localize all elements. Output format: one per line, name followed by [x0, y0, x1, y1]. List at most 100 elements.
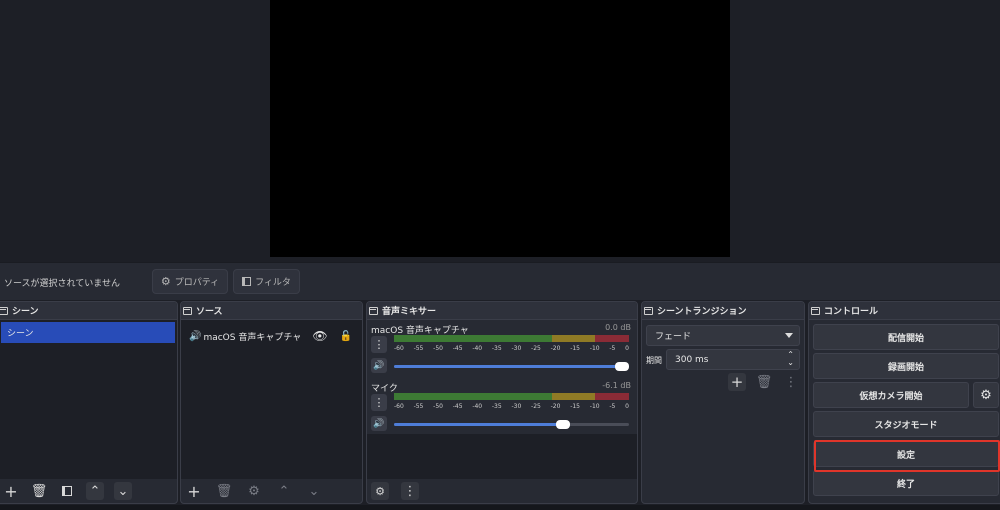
spin-arrows-icon[interactable]: ⌃ ⌄ — [787, 351, 794, 367]
filter-icon[interactable] — [58, 482, 76, 500]
speaker-icon[interactable]: 🔊 — [371, 358, 387, 373]
dock-icon — [811, 306, 820, 315]
properties-button[interactable]: ⚙ プロパティ — [152, 269, 228, 294]
scale-tick: -60 — [394, 345, 404, 352]
speaker-icon[interactable]: 🔊 — [371, 416, 387, 431]
meter-scale: -60 -55 -50 -45 -40 -35 -30 -25 -20 -15 … — [394, 403, 629, 410]
scale-tick: -55 — [413, 345, 424, 352]
scale-tick: -60 — [394, 403, 404, 410]
volume-slider-fill — [394, 423, 571, 426]
scale-tick: -15 — [570, 403, 581, 410]
scale-tick: -45 — [452, 345, 463, 352]
scene-item[interactable]: シーン — [1, 322, 175, 343]
kebab-menu-icon[interactable]: ⋮ — [782, 373, 800, 391]
trash-icon[interactable]: 🗑 — [30, 482, 48, 500]
scenes-footer: + 🗑 ⌃ ⌄ — [0, 479, 177, 503]
scale-tick: -50 — [433, 345, 443, 352]
scale-tick: -20 — [550, 345, 561, 352]
advanced-audio-gear-icon[interactable]: ⚙ — [371, 482, 389, 500]
source-item-label: macOS 音声キャプチャ — [203, 332, 302, 343]
controls-dock-title: コントロール — [809, 302, 1000, 320]
scale-tick: -25 — [531, 345, 541, 352]
controls-title: コントロール — [824, 307, 879, 317]
scenes-dock-title: シーン — [0, 302, 177, 320]
trash-icon[interactable]: 🗑 — [215, 482, 233, 500]
move-up-icon[interactable]: ⌃ — [275, 482, 293, 500]
volume-slider[interactable] — [394, 362, 629, 371]
scale-tick: -50 — [433, 403, 443, 410]
volume-slider-knob[interactable] — [615, 362, 629, 371]
start-recording-button[interactable]: 録画開始 — [813, 353, 999, 379]
mixer-dock-title: 音声ミキサー — [367, 302, 637, 320]
filter-icon — [242, 277, 252, 286]
duration-spinbox[interactable]: 300 ms ⌃ ⌄ — [666, 349, 800, 370]
volume-slider[interactable] — [394, 420, 629, 429]
scene-list — [0, 320, 177, 479]
scale-tick: 0 — [625, 345, 629, 352]
scale-tick: -35 — [491, 403, 502, 410]
mixer-channel: マイク -6.1 dB ⋮ -60 -55 -50 -45 -40 -35 -3… — [371, 381, 633, 431]
mixer-channel: macOS 音声キャプチャ 0.0 dB ⋮ -60 -55 -50 -45 -… — [371, 323, 633, 373]
preview-area — [0, 0, 1000, 262]
filters-button[interactable]: フィルタ — [233, 269, 300, 294]
scale-tick: -5 — [609, 403, 616, 410]
move-up-icon[interactable]: ⌃ — [86, 482, 104, 500]
start-virtual-camera-button[interactable]: 仮想カメラ開始 — [813, 382, 969, 408]
add-scene-icon[interactable]: + — [2, 482, 20, 501]
scene-item-label: シーン — [7, 329, 34, 339]
channel-db: 0.0 dB — [605, 323, 631, 332]
start-streaming-button[interactable]: 配信開始 — [813, 324, 999, 350]
no-source-message: ソースが選択されていません — [4, 279, 121, 289]
move-down-icon[interactable]: ⌄ — [114, 482, 132, 500]
kebab-menu-icon[interactable]: ⋮ — [371, 394, 387, 411]
scale-tick: -35 — [491, 345, 502, 352]
exit-button[interactable]: 終了 — [813, 470, 999, 496]
volume-slider-knob[interactable] — [556, 420, 571, 429]
virtual-camera-settings-gear-icon[interactable]: ⚙ — [973, 382, 999, 408]
scale-tick: -55 — [413, 403, 424, 410]
eye-icon[interactable]: 👁 — [312, 329, 327, 343]
scale-tick: -10 — [589, 345, 600, 352]
gear-icon: ⚙ — [160, 275, 171, 288]
scale-tick: 0 — [625, 403, 629, 410]
gear-icon[interactable]: ⚙ — [245, 482, 263, 500]
transitions-dock: シーントランジション フェード 期間 300 ms ⌃ ⌄ + 🗑 ⋮ — [641, 301, 805, 504]
unlock-icon[interactable]: 🔓 — [340, 331, 352, 342]
mixer-title: 音声ミキサー — [382, 307, 437, 317]
add-transition-icon[interactable]: + — [728, 373, 746, 391]
move-down-icon[interactable]: ⌄ — [305, 482, 323, 500]
studio-mode-button[interactable]: スタジオモード — [813, 411, 999, 437]
speaker-icon: 🔊 — [189, 330, 202, 342]
scale-tick: -5 — [609, 345, 616, 352]
transitions-title: シーントランジション — [657, 307, 747, 317]
transition-select[interactable]: フェード — [646, 325, 800, 346]
scale-tick: -20 — [550, 403, 561, 410]
properties-label: プロパティ — [174, 278, 220, 288]
kebab-menu-icon[interactable]: ⋮ — [371, 336, 387, 353]
controls-dock: コントロール 配信開始 録画開始 仮想カメラ開始 ⚙ スタジオモード 設定 終了 — [808, 301, 1000, 504]
sources-dock: ソース 🔊 macOS 音声キャプチャ 👁 🔓 + 🗑 ⚙ ⌃ ⌄ — [180, 301, 363, 504]
kebab-menu-icon[interactable]: ⋮ — [401, 482, 419, 500]
mixer-empty-area — [367, 434, 637, 479]
duration-label: 期間 — [646, 356, 662, 365]
transition-buttons: + 🗑 ⋮ — [728, 373, 800, 391]
chevron-down-icon — [785, 333, 793, 338]
source-toolbar: ソースが選択されていません ⚙ プロパティ フィルタ — [0, 262, 1000, 300]
duration-value: 300 ms — [675, 354, 709, 365]
trash-icon[interactable]: 🗑 — [755, 373, 773, 391]
sources-title: ソース — [196, 307, 223, 317]
scale-tick: -45 — [452, 403, 463, 410]
mixer-footer: ⚙ ⋮ — [367, 479, 637, 503]
preview-canvas[interactable] — [270, 0, 730, 257]
volume-slider-fill — [394, 365, 629, 368]
scale-tick: -40 — [472, 403, 483, 410]
dock-icon — [644, 306, 653, 315]
source-item[interactable]: 🔊 macOS 音声キャプチャ 👁 🔓 — [189, 328, 352, 344]
add-source-icon[interactable]: + — [185, 482, 203, 501]
scale-tick: -30 — [511, 403, 522, 410]
mixer-dock: 音声ミキサー macOS 音声キャプチャ 0.0 dB ⋮ -60 -55 -5… — [366, 301, 638, 504]
dock-icon — [0, 306, 8, 315]
dock-icon — [369, 306, 378, 315]
settings-button[interactable]: 設定 — [813, 441, 999, 467]
scale-tick: -10 — [589, 403, 600, 410]
